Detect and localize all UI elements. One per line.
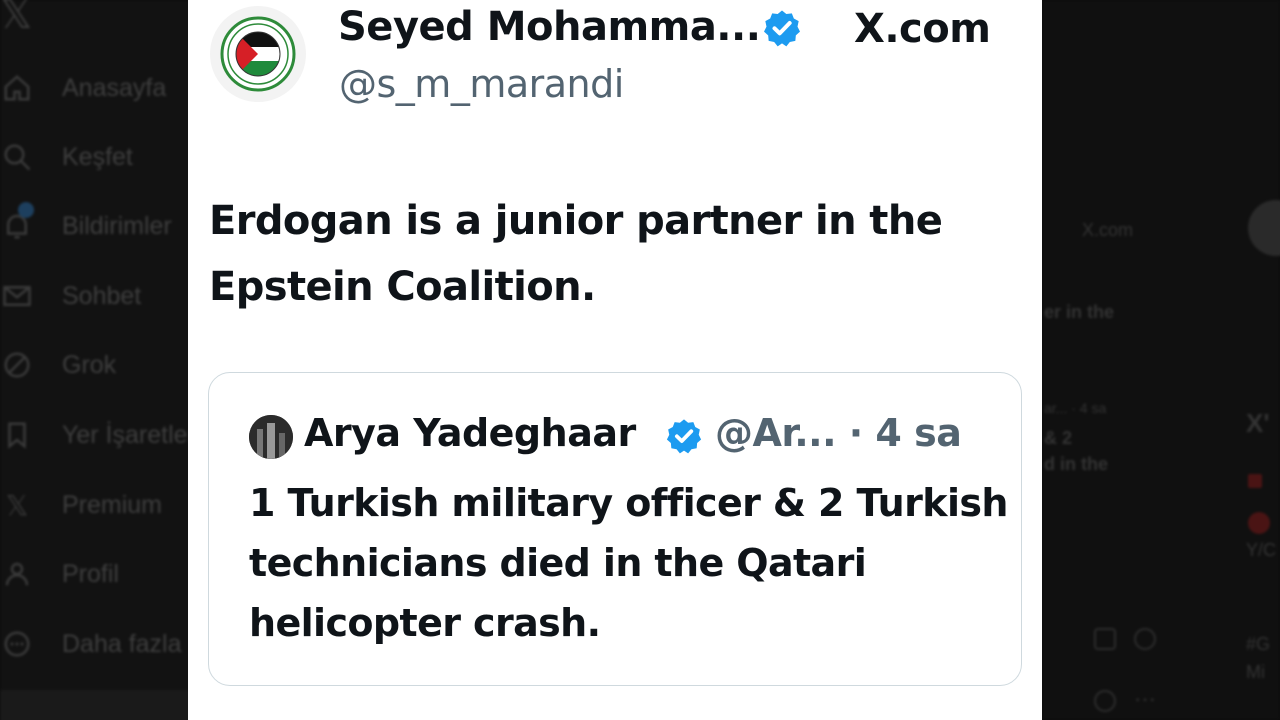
xcom-label: X.com — [1082, 220, 1134, 240]
tweet-text: Erdogan is a junior partner in the Epste… — [209, 198, 943, 310]
mail-icon — [0, 279, 34, 313]
background-right-column: X.com er in the ar... · 4 sa & 2 d in th… — [1042, 0, 1280, 720]
avatar[interactable] — [210, 6, 306, 102]
home-icon — [0, 71, 34, 105]
quoted-author-handle[interactable]: @Ar... · 4 sa — [715, 411, 962, 455]
avatar[interactable] — [1248, 200, 1280, 256]
x-logo-icon: 𝕏 — [0, 0, 33, 38]
notification-badge — [18, 202, 34, 218]
sidebar-item-premium[interactable]: 𝕏 Premium — [0, 485, 162, 525]
author-display-name[interactable]: Seyed Mohamma... — [338, 4, 761, 50]
sidebar-item-more[interactable]: Daha fazla — [0, 624, 182, 664]
retweet-icon[interactable] — [1134, 628, 1156, 650]
sidebar-item-label: Premium — [62, 490, 163, 519]
avatar — [1248, 512, 1270, 534]
sidebar-item-grok[interactable]: Grok — [0, 345, 116, 385]
tweet-snippet: ar... · 4 sa — [1044, 400, 1107, 416]
quoted-author-name[interactable]: Arya Yadeghaar — [304, 411, 636, 455]
sidebar-item-bookmarks[interactable]: Yer İşaretleri — [0, 415, 201, 455]
avatar[interactable] — [249, 415, 293, 459]
x-logo-icon: 𝕏 — [5, 488, 29, 522]
tweet-snippet: er in the — [1044, 302, 1115, 322]
sidebar-item-label: Sohbet — [62, 281, 142, 310]
tweet-card: Seyed Mohamma... X.com @s_m_marandi Erdo… — [188, 0, 1042, 720]
trend-label: #G — [1246, 634, 1271, 654]
person-icon — [0, 557, 34, 591]
sidebar-item-profile[interactable]: Profil — [0, 554, 119, 594]
sidebar-item-explore[interactable]: Keşfet — [0, 137, 133, 177]
grok-icon — [0, 348, 34, 382]
quoted-tweet[interactable]: Arya Yadeghaar @Ar... · 4 sa 1 Turkish m… — [208, 372, 1022, 686]
sidebar-item-label: Anasayfa — [62, 73, 167, 102]
tweet-snippet: d in the — [1044, 454, 1108, 474]
sidebar-item-messages[interactable]: Sohbet — [0, 276, 141, 316]
trend-label: Mi — [1246, 662, 1265, 682]
background-sidebar: 𝕏 Anasayfa Keşfet Bildirimler Sohbet Gro… — [0, 0, 201, 720]
sidebar-item-label: Daha fazla — [62, 629, 182, 658]
sidebar-item-home[interactable]: Anasayfa — [0, 68, 166, 108]
sidebar-item-label: Profil — [62, 559, 119, 588]
source-label: X.com — [854, 6, 991, 52]
reply-icon[interactable] — [1094, 628, 1116, 650]
sidebar-item-label: Yer İşaretleri — [62, 420, 202, 449]
tweet-snippet: & 2 — [1044, 428, 1073, 448]
verified-badge-icon — [665, 417, 703, 459]
section-title: X' — [1246, 408, 1270, 438]
bookmark-icon — [0, 418, 34, 452]
search-icon — [0, 140, 34, 174]
flag-icon — [1248, 474, 1262, 488]
sidebar-item-label: Keşfet — [62, 142, 133, 171]
more-icon[interactable]: ··· — [1134, 686, 1156, 712]
grok-icon[interactable] — [1094, 690, 1116, 712]
author-handle[interactable]: @s_m_marandi — [339, 62, 624, 106]
more-icon — [0, 627, 34, 661]
quoted-tweet-text: 1 Turkish military officer & 2 Turkish t… — [249, 481, 1008, 645]
sidebar-item-label: Bildirimler — [62, 211, 172, 240]
sidebar-item-label: Grok — [62, 350, 117, 379]
verified-badge-icon — [762, 8, 802, 52]
post-button[interactable] — [0, 690, 190, 720]
trend-label: Y/C — [1246, 540, 1277, 560]
palestine-flag-emblem-icon — [220, 16, 296, 92]
